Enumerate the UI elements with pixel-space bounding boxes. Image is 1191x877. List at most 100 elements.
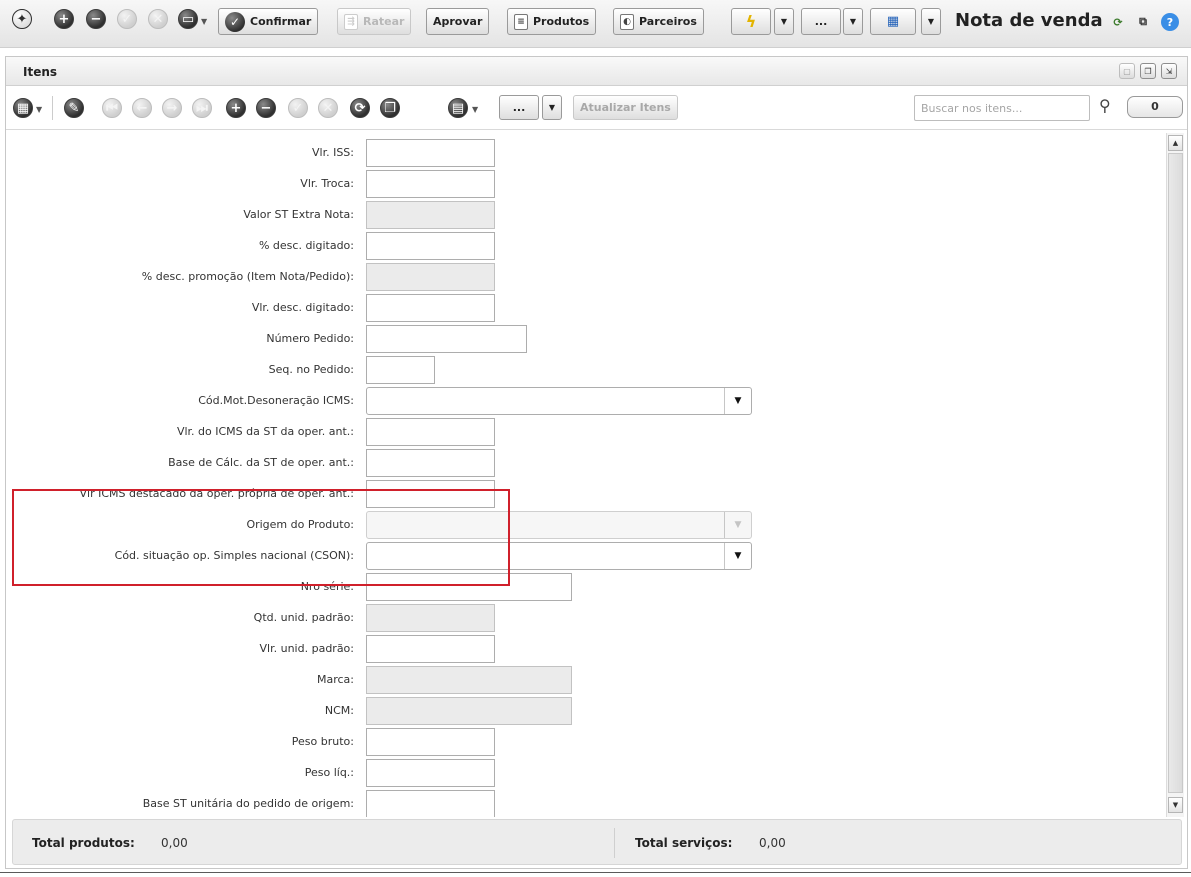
chevron-down-icon[interactable]: ▼ xyxy=(724,543,751,569)
peso-bruto-input[interactable] xyxy=(366,728,495,756)
refresh-items-icon[interactable]: ⟳ xyxy=(350,98,370,118)
form-row: Vlr. desc. digitado: xyxy=(6,294,1166,322)
items-more-button[interactable]: ... xyxy=(499,95,539,120)
confirm-item-icon[interactable]: ✓ xyxy=(288,98,308,118)
document-icon: ≡ xyxy=(514,13,528,30)
lightning-icon: ϟ xyxy=(745,12,757,31)
items-more-label: ... xyxy=(512,101,526,114)
next-icon[interactable]: → xyxy=(162,98,182,118)
vlr-unid-padrao-input[interactable] xyxy=(366,635,495,663)
main-toolbar: ✦ + − ✓ ✕ ▭ ▼ ✓ Confirmar ⇶ Ratear Aprov… xyxy=(0,0,1191,48)
form-row: Seq. no Pedido: xyxy=(6,356,1166,384)
qtd-unid-padrao-field xyxy=(366,604,495,632)
form-row: Base ST unitária do pedido de origem: xyxy=(6,790,1166,817)
restore-icon[interactable]: ❐ xyxy=(1140,63,1156,79)
csosn-select[interactable]: ▼ xyxy=(366,542,752,570)
scroll-up-icon[interactable]: ▲ xyxy=(1168,135,1183,151)
ratear-icon: ⇶ xyxy=(344,13,358,30)
actions-dropdown[interactable]: ▼ xyxy=(774,8,794,35)
first-icon[interactable]: ⏮ xyxy=(102,98,122,118)
ratear-button[interactable]: ⇶ Ratear xyxy=(337,8,412,35)
scroll-thumb[interactable] xyxy=(1168,153,1183,793)
search-icon[interactable]: ⚲ xyxy=(1099,96,1111,115)
add-icon[interactable]: + xyxy=(54,9,74,29)
partners-button[interactable]: ◐ Parceiros xyxy=(613,8,704,35)
partner-icon: ◐ xyxy=(620,13,634,30)
remove-item-icon[interactable]: − xyxy=(256,98,276,118)
ncm-field xyxy=(366,697,572,725)
refresh-icon[interactable]: ⟳ xyxy=(1109,13,1127,31)
update-items-button[interactable]: Atualizar Itens xyxy=(573,95,678,120)
seq-pedido-input[interactable] xyxy=(366,356,435,384)
field-label: Nro série: xyxy=(300,580,354,593)
vlr-desc-digitado-input[interactable] xyxy=(366,294,495,322)
numero-pedido-input[interactable] xyxy=(366,325,527,353)
vertical-scrollbar[interactable]: ▲ ▼ xyxy=(1166,133,1184,817)
previous-icon[interactable]: ← xyxy=(132,98,152,118)
approve-button[interactable]: Aprovar xyxy=(426,8,490,35)
last-icon[interactable]: ⏭ xyxy=(192,98,212,118)
cancel-item-icon[interactable]: ✕ xyxy=(318,98,338,118)
form-row: Qtd. unid. padrão: xyxy=(6,604,1166,632)
vlr-troca-input[interactable] xyxy=(366,170,495,198)
chevron-down-icon: ▼ xyxy=(724,512,751,538)
form-row: Número Pedido: xyxy=(6,325,1166,353)
confirm-button[interactable]: ✓ Confirmar xyxy=(218,8,319,35)
help-icon[interactable]: ? xyxy=(1161,13,1179,31)
popout-icon[interactable]: ⇲ xyxy=(1161,63,1177,79)
grid-dropdown-icon[interactable]: ▼ xyxy=(36,105,42,114)
new-document-icon[interactable]: ✦ xyxy=(12,9,32,29)
toolbar-divider xyxy=(52,96,53,120)
actions-button[interactable]: ϟ xyxy=(731,8,771,35)
add-item-icon[interactable]: + xyxy=(226,98,246,118)
form-row: Vlr. Troca: xyxy=(6,170,1166,198)
scroll-down-icon[interactable]: ▼ xyxy=(1168,797,1183,813)
wrench-icon[interactable]: ✎ xyxy=(64,98,84,118)
field-label: Vlr ICMS destacado da oper. própria de o… xyxy=(79,487,354,500)
peso-liquido-input[interactable] xyxy=(366,759,495,787)
base-calc-st-oper-ant-input[interactable] xyxy=(366,449,495,477)
ratear-label: Ratear xyxy=(363,15,405,28)
form-row: NCM: xyxy=(6,697,1166,725)
field-label: % desc. promoção (Item Nota/Pedido): xyxy=(141,270,354,283)
form-row: Vlr. ISS: xyxy=(6,139,1166,167)
grid-view-icon[interactable]: ▦ xyxy=(13,98,33,118)
vlr-icms-st-oper-ant-input[interactable] xyxy=(366,418,495,446)
items-count: 0 xyxy=(1127,96,1183,118)
check-icon[interactable]: ✓ xyxy=(117,9,137,29)
vlr-icms-destacado-input[interactable] xyxy=(366,480,495,508)
window-link-icon[interactable]: ⧉ xyxy=(1134,13,1152,31)
origem-produto-select: ▼ xyxy=(366,511,752,539)
items-more-dropdown[interactable]: ▼ xyxy=(542,95,562,120)
chevron-down-icon[interactable]: ▼ xyxy=(724,388,751,414)
total-products-label: Total produtos: xyxy=(32,836,135,850)
nro-serie-input[interactable] xyxy=(366,573,572,601)
copy-item-icon[interactable]: ❐ xyxy=(380,98,400,118)
print-dropdown-icon[interactable]: ▼ xyxy=(201,17,207,26)
form-row: Cód. situação op. Simples nacional (CSON… xyxy=(6,542,1166,570)
field-label: Seq. no Pedido: xyxy=(268,363,354,376)
total-products-value: 0,00 xyxy=(161,836,188,850)
search-items-input[interactable] xyxy=(914,95,1090,121)
cancel-icon[interactable]: ✕ xyxy=(148,9,168,29)
products-button[interactable]: ≡ Produtos xyxy=(507,8,597,35)
desc-digitado-percent-input[interactable] xyxy=(366,232,495,260)
more-button[interactable]: ... xyxy=(801,8,841,35)
field-label: Vlr. desc. digitado: xyxy=(251,301,354,314)
report-dropdown[interactable]: ▼ xyxy=(921,8,941,35)
form-row: Nro série: xyxy=(6,573,1166,601)
base-st-unitaria-input[interactable] xyxy=(366,790,495,817)
marca-field xyxy=(366,666,572,694)
document-action-icon[interactable]: ▤ xyxy=(448,98,468,118)
more-dropdown[interactable]: ▼ xyxy=(843,8,863,35)
calendar-icon: ▦ xyxy=(886,14,900,29)
print-icon[interactable]: ▭ xyxy=(178,9,198,29)
remove-icon[interactable]: − xyxy=(86,9,106,29)
vlr-iss-input[interactable] xyxy=(366,139,495,167)
minimize-icon[interactable]: ▢ xyxy=(1119,63,1135,79)
document-action-dropdown-icon[interactable]: ▼ xyxy=(472,105,478,114)
field-label: Marca: xyxy=(316,673,354,686)
report-button[interactable]: ▦ xyxy=(870,8,916,35)
cod-mot-desoneracao-select[interactable]: ▼ xyxy=(366,387,752,415)
form-row: Origem do Produto: ▼ xyxy=(6,511,1166,539)
